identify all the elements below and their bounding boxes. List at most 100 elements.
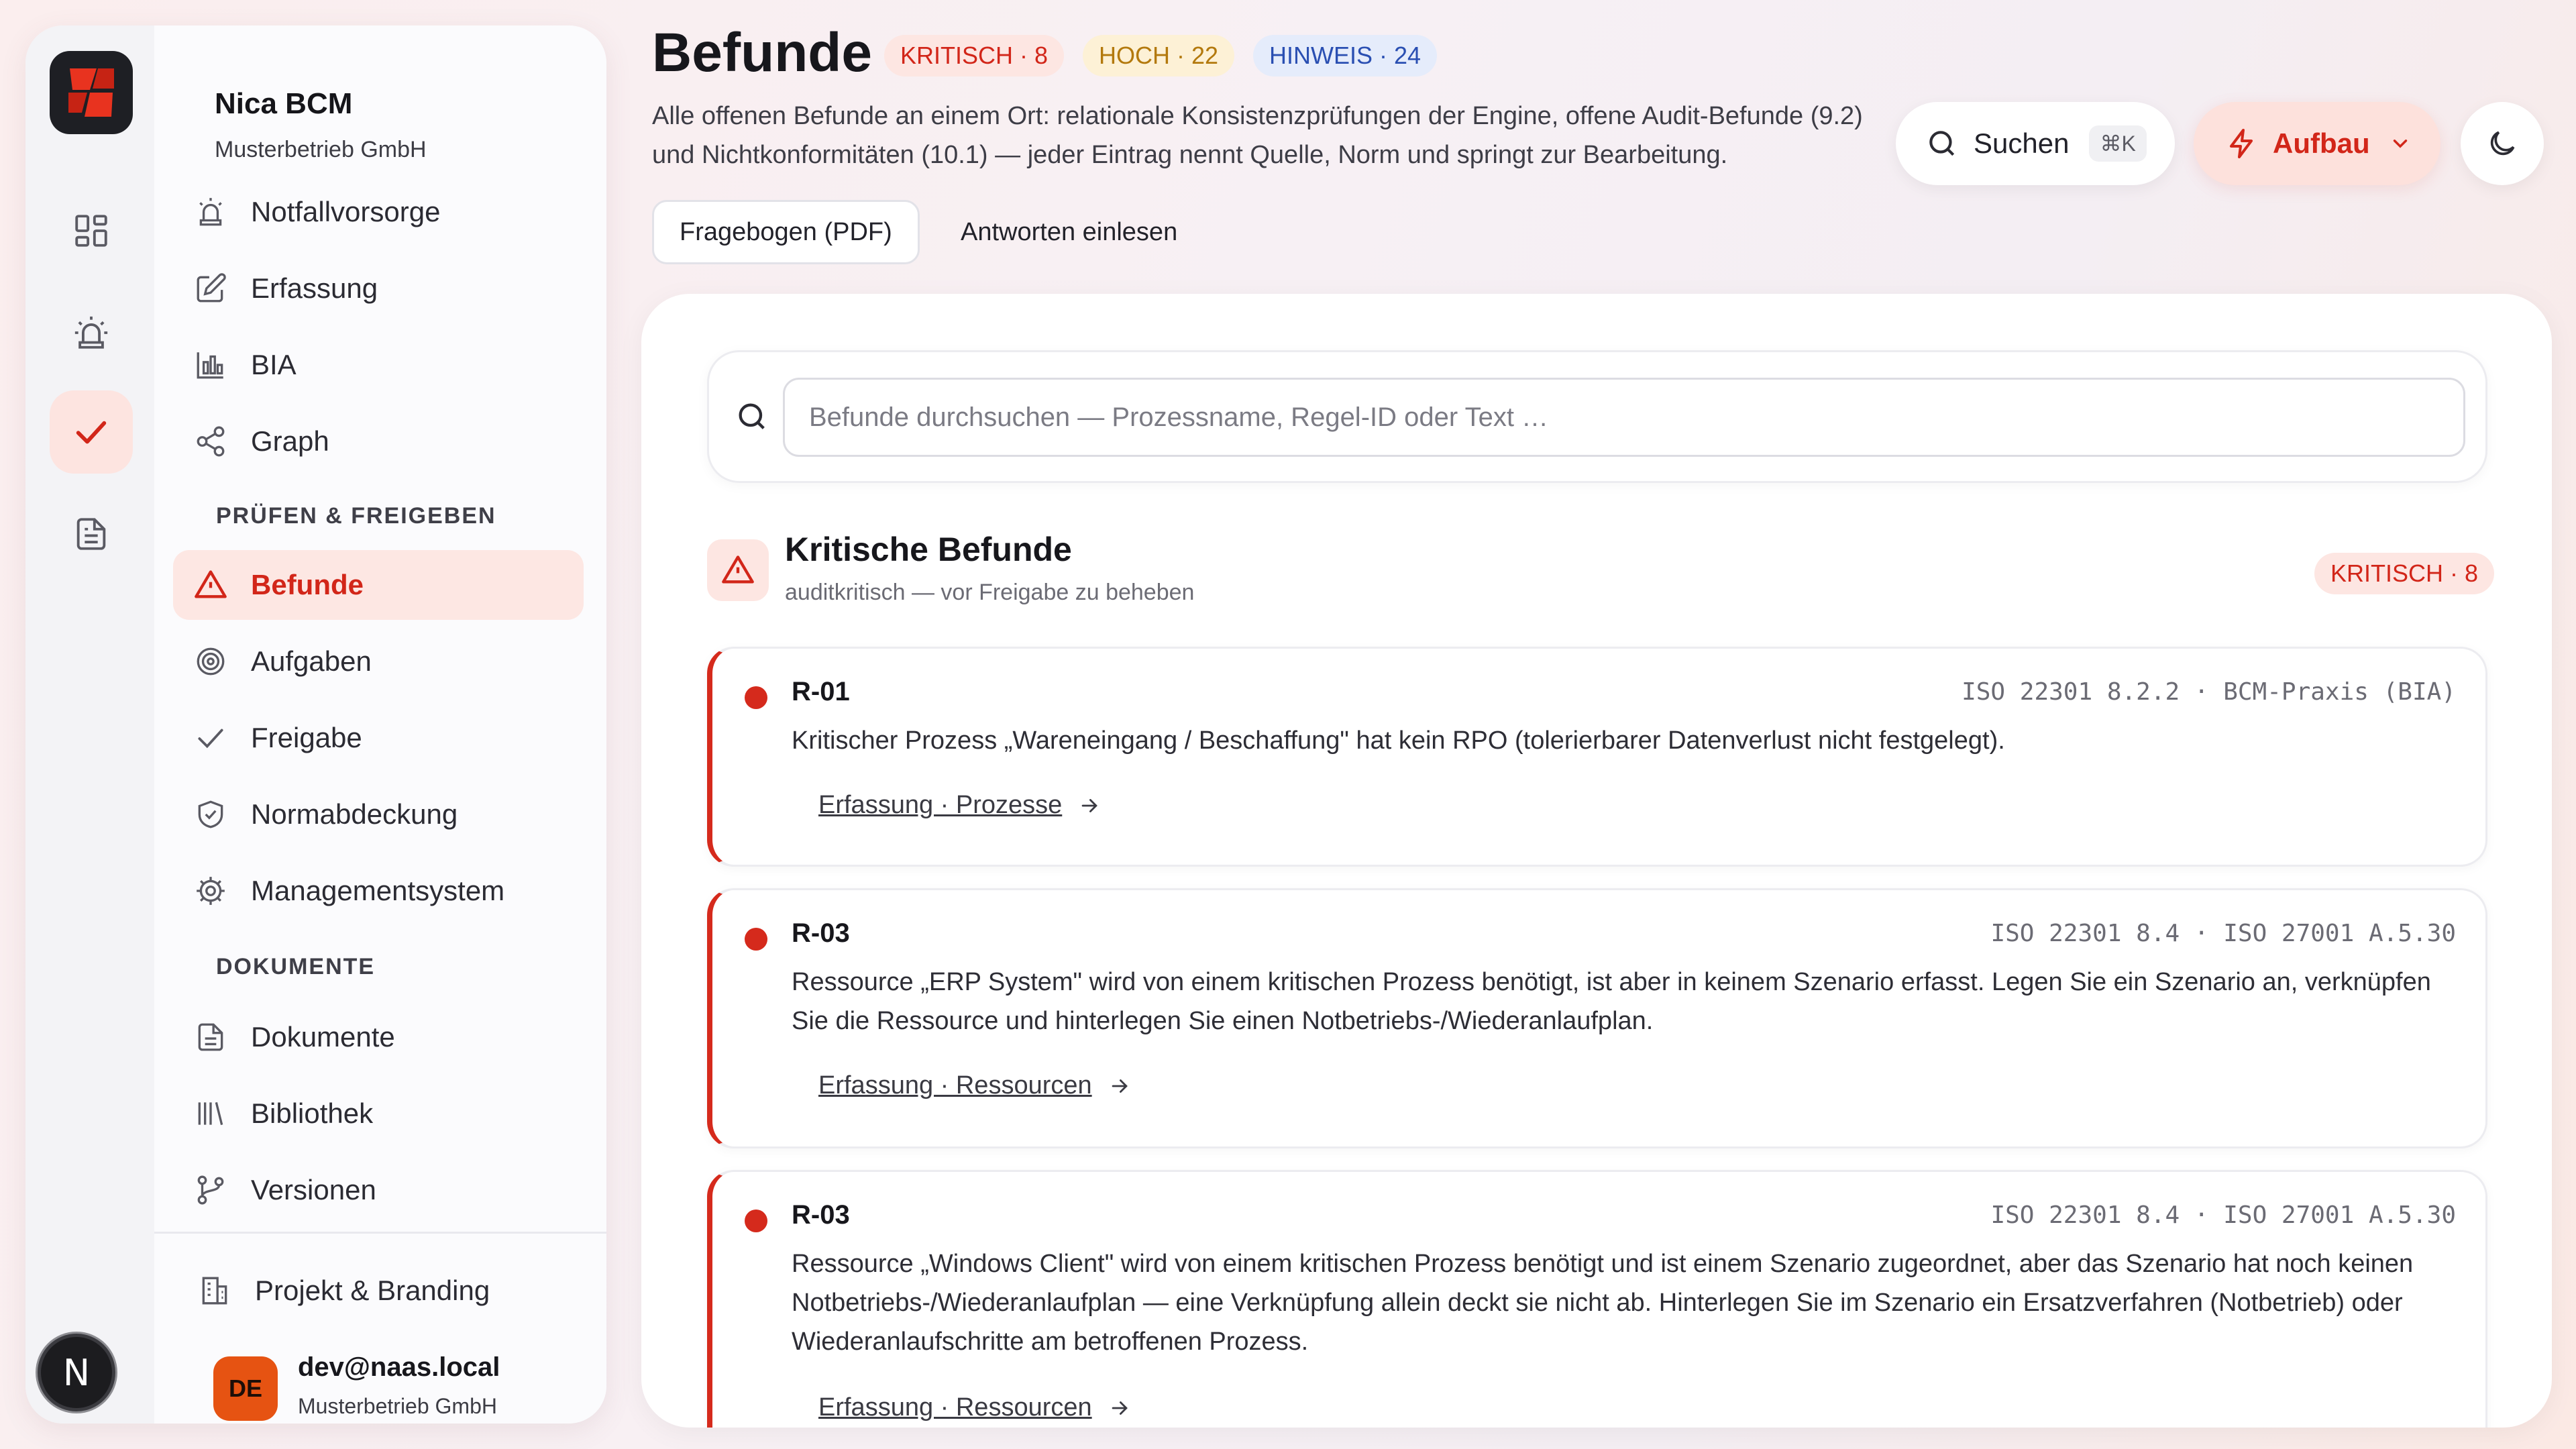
theme-toggle-button[interactable] (2461, 102, 2544, 185)
global-search-button[interactable]: Suchen ⌘K (1896, 102, 2175, 185)
siren-icon[interactable] (50, 291, 133, 374)
edit-icon (192, 270, 229, 307)
finding-text: Kritischer Prozess „Wareneingang / Besch… (792, 727, 2005, 755)
nav-section-docs: DOKUMENTE (216, 954, 376, 979)
user-avatar[interactable]: DE (213, 1356, 278, 1421)
user-email[interactable]: dev@naas.local (298, 1352, 500, 1383)
document-icon[interactable] (50, 492, 133, 576)
section-title: Kritische Befunde (785, 531, 1072, 568)
sidebar-item-label: Aufgaben (251, 645, 372, 677)
dashboard-icon[interactable] (50, 189, 133, 272)
sidebar-item-graph[interactable]: Graph (173, 407, 584, 476)
aufbau-label: Aufbau (2273, 127, 2370, 159)
sidebar-item-erfassung[interactable]: Erfassung (173, 254, 584, 323)
finding-text: Ressource „ERP System" wird von einem kr… (792, 968, 2431, 1035)
framework-avatar[interactable]: N (38, 1334, 115, 1411)
search-icon (735, 399, 769, 437)
finding-card[interactable]: R-03 ISO 22301 8.4 · ISO 27001 A.5.30 Re… (707, 888, 2487, 1148)
finding-card[interactable]: R-03 ISO 22301 8.4 · ISO 27001 A.5.30 Re… (707, 1170, 2487, 1428)
app-logo[interactable] (50, 51, 133, 134)
gear-icon (192, 872, 229, 910)
target-icon (192, 643, 229, 680)
sidebar-item-bibliothek[interactable]: Bibliothek (173, 1079, 584, 1148)
sidebar-item-normabdeckung[interactable]: Normabdeckung (173, 780, 584, 849)
brand-org: Musterbetrieb GmbH (215, 137, 427, 162)
finding-text: Ressource „Windows Client" wird von eine… (792, 1250, 2414, 1356)
sidebar-item-label: Normabdeckung (251, 798, 458, 830)
nav-divider (154, 1232, 606, 1234)
finding-link[interactable]: Erfassung · Prozesse (818, 791, 1101, 820)
sidebar-item-label: Befunde (251, 569, 364, 600)
page-title: Befunde (652, 22, 872, 83)
findings-filter (707, 350, 2487, 483)
sidebar-item-label: Notfallvorsorge (251, 196, 441, 227)
share-icon (192, 423, 229, 460)
finding-norm: ISO 22301 8.4 · ISO 27001 A.5.30 (1990, 920, 2456, 947)
page-description: Alle offenen Befunde an einem Ort: relat… (652, 102, 1863, 169)
finding-link-label: Erfassung · Ressourcen (818, 1393, 1092, 1421)
search-button-label: Suchen (1974, 127, 2070, 159)
finding-link[interactable]: Erfassung · Ressourcen (818, 1071, 1131, 1100)
tab-antworten-einlesen[interactable]: Antworten einlesen (935, 200, 1203, 264)
finding-norm: ISO 22301 8.2.2 · BCM-Praxis (BIA) (1962, 678, 2456, 706)
check-icon (192, 719, 229, 757)
status-badge-kritisch: KRITISCH · 8 (884, 35, 1065, 76)
sidebar-item-managementsystem[interactable]: Managementsystem (173, 856, 584, 926)
chevron-down-icon (2389, 132, 2412, 155)
severity-dot (745, 928, 767, 951)
warning-icon (192, 566, 229, 604)
sidebar-item-label: Graph (251, 425, 329, 457)
moon-icon (2485, 127, 2519, 160)
status-badge-hinweis: HINWEIS · 24 (1253, 35, 1438, 76)
arrow-right-icon (1078, 794, 1101, 817)
findings-search-input[interactable] (783, 378, 2465, 457)
severity-dot (745, 1210, 767, 1232)
search-icon (1925, 127, 1959, 160)
arrow-right-icon (1108, 1075, 1131, 1097)
finding-link-label: Erfassung · Ressourcen (818, 1071, 1092, 1099)
section-count-badge: KRITISCH · 8 (2314, 553, 2495, 594)
sidebar-item-bia[interactable]: BIA (173, 330, 584, 400)
library-icon (192, 1095, 229, 1132)
sidebar-item-versionen[interactable]: Versionen (173, 1155, 584, 1225)
sidebar-item-dokumente[interactable]: Dokumente (173, 1002, 584, 1072)
avatar-letter: N (62, 1351, 91, 1394)
siren-icon (192, 193, 229, 231)
findings-panel: Kritische Befunde auditkritisch — vor Fr… (641, 294, 2552, 1428)
sidebar-item-label: Erfassung (251, 272, 378, 304)
sidebar-item-freigabe[interactable]: Freigabe (173, 703, 584, 773)
brand-name: Nica BCM (215, 87, 353, 120)
sidebar-item-label: Managementsystem (251, 875, 505, 906)
warning-icon (707, 539, 769, 601)
sidebar-item-label: Dokumente (251, 1021, 395, 1053)
sidebar-item-aufgaben[interactable]: Aufgaben (173, 627, 584, 696)
sidebar-item-label: Freigabe (251, 722, 362, 753)
finding-id: R-01 (792, 677, 850, 706)
sidebar-item-label: Versionen (251, 1174, 376, 1205)
user-org: Musterbetrieb GmbH (298, 1394, 497, 1418)
sidebar-item-label: Projekt & Branding (255, 1275, 490, 1306)
bar-chart-icon (192, 346, 229, 384)
icon-rail: N (25, 25, 154, 1424)
finding-link-label: Erfassung · Prozesse (818, 791, 1063, 819)
finding-id: R-03 (792, 1200, 850, 1230)
tab-fragebogen-pdf[interactable]: Fragebogen (PDF) (652, 200, 920, 264)
check-icon[interactable] (50, 390, 133, 474)
search-shortcut: ⌘K (2089, 125, 2147, 162)
finding-link[interactable]: Erfassung · Ressourcen (818, 1393, 1131, 1422)
sidebar-nav: Nica BCM Musterbetrieb GmbH Notfallvorso… (154, 25, 606, 1424)
sidebar-item-label: BIA (251, 349, 297, 380)
sidebar-item-projekt-branding[interactable]: Projekt & Branding (173, 1256, 584, 1326)
shield-check-icon (192, 796, 229, 833)
finding-card[interactable]: R-01 ISO 22301 8.2.2 · BCM-Praxis (BIA) … (707, 647, 2487, 867)
sidebar-shell: N Nica BCM Musterbetrieb GmbH Notfallvor… (25, 25, 606, 1424)
status-badge-hoch: HOCH · 22 (1083, 35, 1235, 76)
severity-dot (745, 686, 767, 709)
sidebar-item-befunde[interactable]: Befunde (173, 550, 584, 620)
building-icon (196, 1272, 233, 1309)
sidebar-item-notfallvorsorge[interactable]: Notfallvorsorge (173, 177, 584, 247)
arrow-right-icon (1108, 1397, 1131, 1419)
aufbau-dropdown-button[interactable]: Aufbau (2194, 102, 2440, 185)
file-icon (192, 1018, 229, 1056)
nav-section-review: PRÜFEN & FREIGEBEN (216, 503, 496, 529)
